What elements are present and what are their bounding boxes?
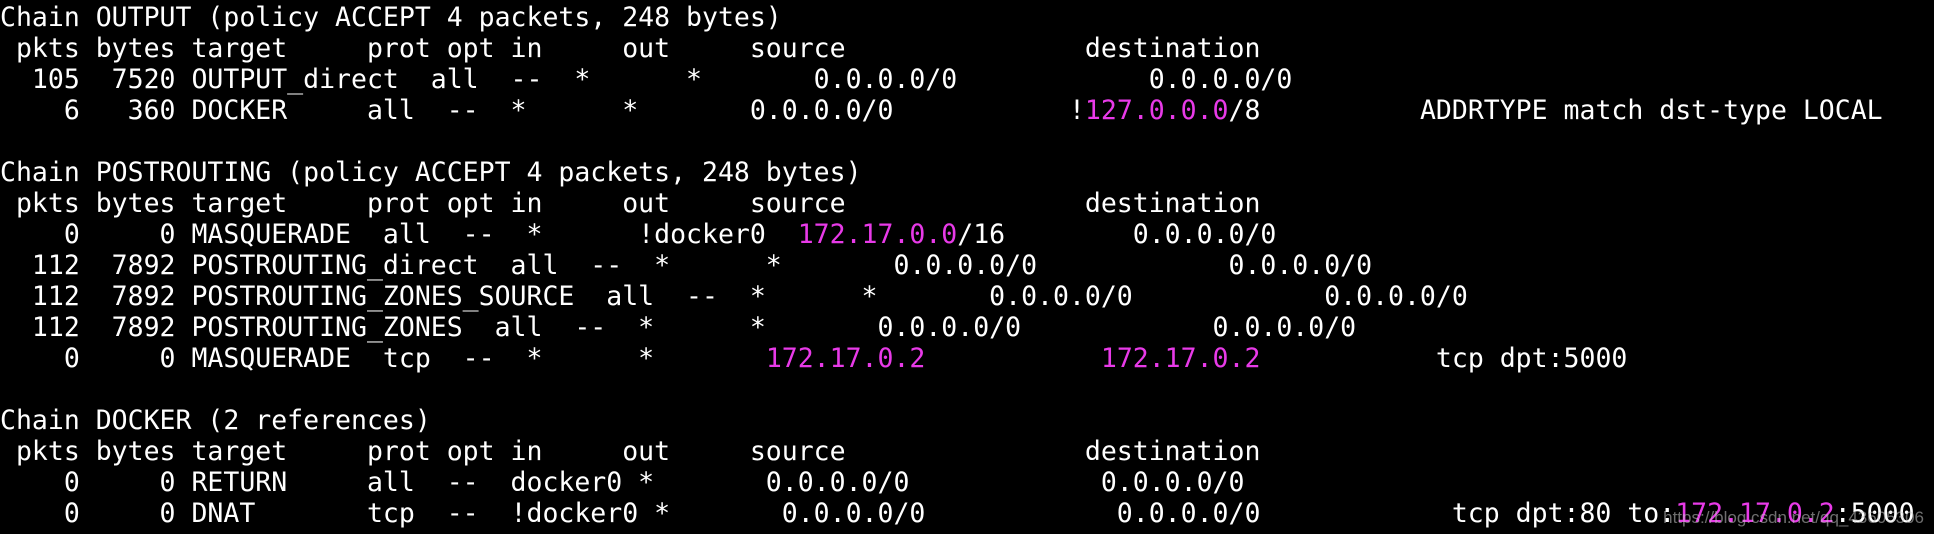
terminal-line: pkts bytes target prot opt in out source…	[0, 188, 1934, 219]
terminal-output[interactable]: Chain OUTPUT (policy ACCEPT 4 packets, 2…	[0, 2, 1934, 534]
terminal-line: 105 7520 OUTPUT_direct all -- * * 0.0.0.…	[0, 64, 1934, 95]
terminal-line: Chain OUTPUT (policy ACCEPT 4 packets, 2…	[0, 2, 1934, 33]
terminal-text: 0 0 RETURN all -- docker0 * 0.0.0.0/0 0.…	[0, 467, 1245, 498]
terminal-text: pkts bytes target prot opt in out source…	[0, 188, 1261, 219]
terminal-text: pkts bytes target prot opt in out source…	[0, 436, 1261, 467]
terminal-line: 6 360 DOCKER all -- * * 0.0.0.0/0 !127.0…	[0, 95, 1934, 126]
ip-highlight: 172.17.0.0	[797, 219, 958, 250]
terminal-text: 6 360 DOCKER all -- * * 0.0.0.0/0 !	[0, 95, 1085, 126]
terminal-line: 0 0 MASQUERADE all -- * !docker0 172.17.…	[0, 219, 1934, 250]
terminal-text: tcp dpt:5000	[1260, 343, 1628, 374]
terminal-text: 0 0 DNAT tcp -- !docker0 * 0.0.0.0/0 0.0…	[0, 498, 1676, 529]
terminal-text: 0 0 MASQUERADE all -- * !docker0	[0, 219, 798, 250]
terminal-line: pkts bytes target prot opt in out source…	[0, 436, 1934, 467]
terminal-line: 0 0 DNAT tcp -- !docker0 * 0.0.0.0/0 0.0…	[0, 498, 1934, 529]
terminal-text: 112 7892 POSTROUTING_direct all -- * * 0…	[0, 250, 1373, 281]
ip-highlight: 172.17.0.2	[765, 343, 926, 374]
terminal-text: Chain OUTPUT (policy ACCEPT 4 packets, 2…	[0, 2, 782, 33]
terminal-line: pkts bytes target prot opt in out source…	[0, 33, 1934, 64]
ip-highlight: 172.17.0.2	[1100, 343, 1261, 374]
terminal-line: Chain DOCKER (2 references)	[0, 405, 1934, 436]
terminal-text: 0 0 MASQUERADE tcp -- * *	[0, 343, 766, 374]
terminal-text: pkts bytes target prot opt in out source…	[0, 33, 1261, 64]
terminal-text: Chain POSTROUTING (policy ACCEPT 4 packe…	[0, 157, 862, 188]
terminal-line: Chain POSTROUTING (policy ACCEPT 4 packe…	[0, 157, 1934, 188]
terminal-line: 0 0 RETURN all -- docker0 * 0.0.0.0/0 0.…	[0, 467, 1934, 498]
terminal-text: Chain DOCKER (2 references)	[0, 405, 431, 436]
terminal-text: 112 7892 POSTROUTING_ZONES all -- * * 0.…	[0, 312, 1357, 343]
terminal-line: 112 7892 POSTROUTING_ZONES_SOURCE all --…	[0, 281, 1934, 312]
csdn-watermark: https://blog.csdn.net/qq_43605306	[1663, 508, 1924, 527]
terminal-text: 105 7520 OUTPUT_direct all -- * * 0.0.0.…	[0, 64, 1293, 95]
terminal-line: 112 7892 POSTROUTING_ZONES all -- * * 0.…	[0, 312, 1934, 343]
ip-highlight: 127.0.0.0	[1084, 95, 1229, 126]
terminal-text: /8 ADDRTYPE match dst-type LOCAL	[1228, 95, 1883, 126]
terminal-text: 112 7892 POSTROUTING_ZONES_SOURCE all --…	[0, 281, 1468, 312]
terminal-line: 0 0 MASQUERADE tcp -- * * 172.17.0.2 172…	[0, 343, 1934, 374]
terminal-text: /16 0.0.0.0/0	[957, 219, 1277, 250]
terminal-line: 112 7892 POSTROUTING_direct all -- * * 0…	[0, 250, 1934, 281]
